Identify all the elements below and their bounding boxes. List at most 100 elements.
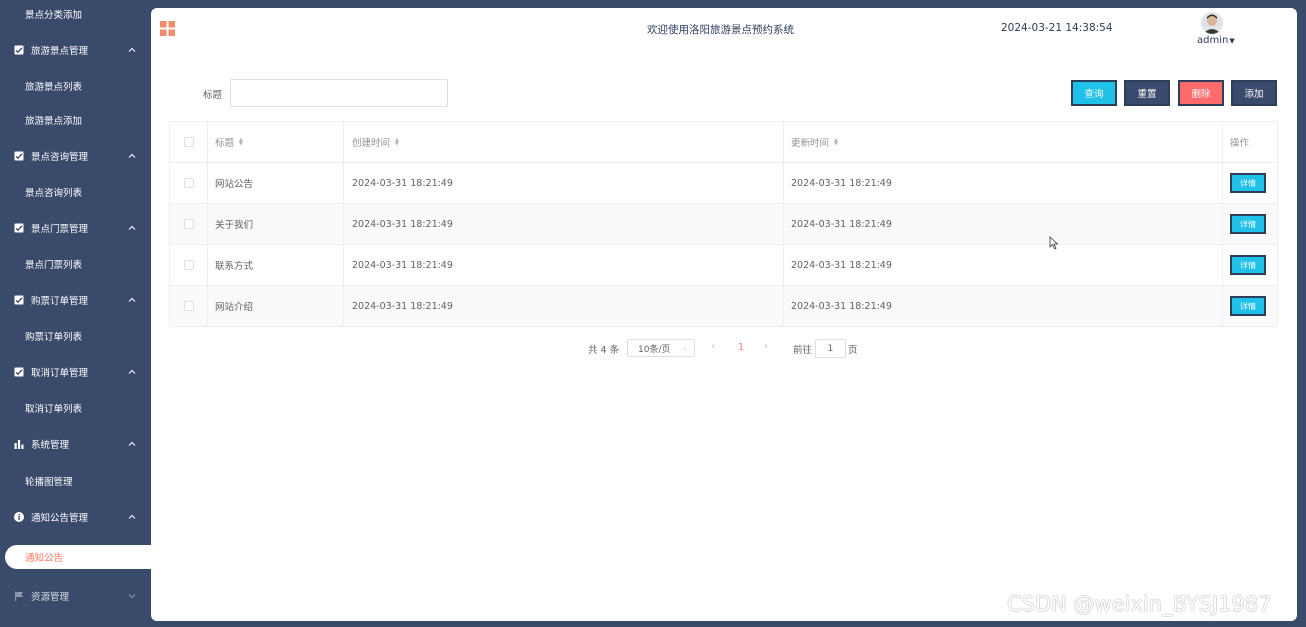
column-label: 创建时间 [352,138,391,149]
sort-icon[interactable]: ▲ ▼ [239,138,243,147]
sidebar-item-label: 旅游景点添加 [25,116,83,127]
column-header-updated[interactable]: 更新时间 ▲ ▼ [784,122,1223,162]
column-label: 操作 [1230,138,1250,149]
column-header-created[interactable]: 创建时间 ▲ ▼ [344,122,784,162]
delete-button[interactable]: 删除 [1178,80,1224,106]
sidebar-group-order[interactable]: 购票订单管理 [0,282,151,318]
cell-created: 2024-03-31 18:21:49 [344,286,784,326]
sidebar-group-label: 资源管理 [31,592,70,603]
checkbox-icon [14,223,24,233]
sidebar-item-label: 景点门票列表 [25,260,83,271]
page-title: 欢迎使用洛阳旅游景点预约系统 [647,24,794,36]
top-stripe [0,0,1306,8]
chevron-up-icon [128,369,136,374]
avatar[interactable] [1201,12,1223,34]
table-row: 网站公告 2024-03-31 18:21:49 2024-03-31 18:2… [170,163,1277,204]
checkbox-icon [14,295,24,305]
sidebar-item-label: 购票订单列表 [25,332,83,343]
search-button[interactable]: 查询 [1071,80,1117,106]
sidebar-item-label: 景点分类添加 [25,10,83,21]
detail-button[interactable]: 详情 [1230,296,1266,316]
row-checkbox[interactable] [183,219,194,229]
column-header-title[interactable]: 标题 ▲ ▼ [208,122,344,162]
sidebar-group-label: 景点门票管理 [31,224,89,235]
sidebar-item-cancel-list[interactable]: 取消订单列表 [0,390,151,426]
column-header-ops: 操作 [1223,122,1277,162]
table-row: 关于我们 2024-03-31 18:21:49 2024-03-31 18:2… [170,204,1277,245]
chevron-up-icon [128,153,136,158]
flag-icon [14,591,24,601]
add-button[interactable]: 添加 [1231,80,1277,106]
chevron-up-icon [128,441,136,446]
table-row: 网站介绍 2024-03-31 18:21:49 2024-03-31 18:2… [170,286,1277,327]
sidebar-group-label: 旅游景点管理 [31,46,89,57]
sidebar-item-scenic-list[interactable]: 旅游景点列表 [0,68,151,104]
chevron-up-icon [128,225,136,230]
cell-title: 联系方式 [208,245,344,285]
apps-grid-icon[interactable] [160,21,175,36]
cell-title: 网站公告 [208,163,344,203]
sidebar-item-order-list[interactable]: 购票订单列表 [0,318,151,354]
next-page-icon[interactable]: › [764,341,768,352]
checkbox-icon [14,45,24,55]
sidebar-group-system[interactable]: 系统管理 [0,426,151,462]
sidebar-group-scenic[interactable]: 旅游景点管理 [0,32,151,68]
sidebar-item-carousel[interactable]: 轮播图管理 [0,463,151,499]
sort-icon[interactable]: ▲ ▼ [395,138,399,147]
sidebar-item-scenic-add[interactable]: 旅游景点添加 [0,102,151,138]
cell-updated: 2024-03-31 18:21:49 [784,245,1223,285]
pagination-total: 共 4 条 [588,345,620,356]
sidebar-group-consult[interactable]: 景点咨询管理 [0,138,151,174]
search-label: 标题 [203,90,223,101]
sidebar-group-label: 景点咨询管理 [31,152,89,163]
page-suffix: 页 [848,345,858,356]
sidebar-group-ticket[interactable]: 景点门票管理 [0,210,151,246]
sidebar-item-label: 景点咨询列表 [25,188,83,199]
cell-created: 2024-03-31 18:21:49 [344,163,784,203]
sidebar-item-label: 通知公告 [25,553,64,564]
column-label: 更新时间 [791,138,830,149]
row-checkbox[interactable] [183,260,194,270]
select-all-checkbox[interactable] [183,137,194,147]
chevron-down-icon: ⌄ [682,344,688,352]
row-checkbox[interactable] [183,301,194,311]
sidebar-item-ticket-list[interactable]: 景点门票列表 [0,246,151,282]
chevron-down-icon [128,594,136,599]
chevron-up-icon [128,47,136,52]
current-datetime: 2024-03-21 14:38:54 [1001,22,1113,34]
user-menu[interactable]: admin▼ [1197,35,1235,46]
sidebar-group-cancel[interactable]: 取消订单管理 [0,354,151,390]
sidebar-item-label: 轮播图管理 [25,477,73,488]
sidebar-group-label: 取消订单管理 [31,368,89,379]
table-header-row: 标题 ▲ ▼ 创建时间 ▲ ▼ 更新时间 ▲ ▼ 操作 [170,122,1277,163]
cell-title: 关于我们 [208,204,344,244]
table-row: 联系方式 2024-03-31 18:21:49 2024-03-31 18:2… [170,245,1277,286]
sidebar-item-notice-active[interactable]: 通知公告 [5,545,151,569]
sidebar-item-consult-list[interactable]: 景点咨询列表 [0,174,151,210]
page-number-current[interactable]: 1 [738,342,744,353]
title-search-input[interactable] [230,79,448,107]
main-panel: 欢迎使用洛阳旅游景点预约系统 2024-03-21 14:38:54 admin… [151,8,1297,621]
checkbox-icon [14,151,24,161]
detail-button[interactable]: 详情 [1230,173,1266,193]
sidebar-group-notice[interactable]: 通知公告管理 [0,499,151,535]
watermark: CSDN @weixin_BYSJ1987 [1007,592,1272,616]
sidebar-item-label: 旅游景点列表 [25,82,83,93]
goto-page-input[interactable] [815,339,846,358]
column-label: 标题 [215,138,235,149]
sort-icon[interactable]: ▲ ▼ [834,138,838,147]
sidebar-item-category-add[interactable]: 景点分类添加 [0,0,151,32]
row-checkbox[interactable] [183,178,194,188]
sidebar-group-resource[interactable]: 资源管理 [0,578,151,614]
detail-button[interactable]: 详情 [1230,255,1266,275]
caret-down-icon: ▼ [1229,37,1235,45]
prev-page-icon[interactable]: ‹ [711,341,715,352]
page-size-select[interactable]: 10条/页 ⌄ [627,339,695,357]
chevron-up-icon [128,514,136,519]
reset-button[interactable]: 重置 [1124,80,1170,106]
notice-table: 标题 ▲ ▼ 创建时间 ▲ ▼ 更新时间 ▲ ▼ 操作 网站公告 2024-03-31… [169,121,1278,327]
chevron-up-icon [128,297,136,302]
bar-chart-icon [14,439,24,449]
cell-updated: 2024-03-31 18:21:49 [784,286,1223,326]
detail-button[interactable]: 详情 [1230,214,1266,234]
